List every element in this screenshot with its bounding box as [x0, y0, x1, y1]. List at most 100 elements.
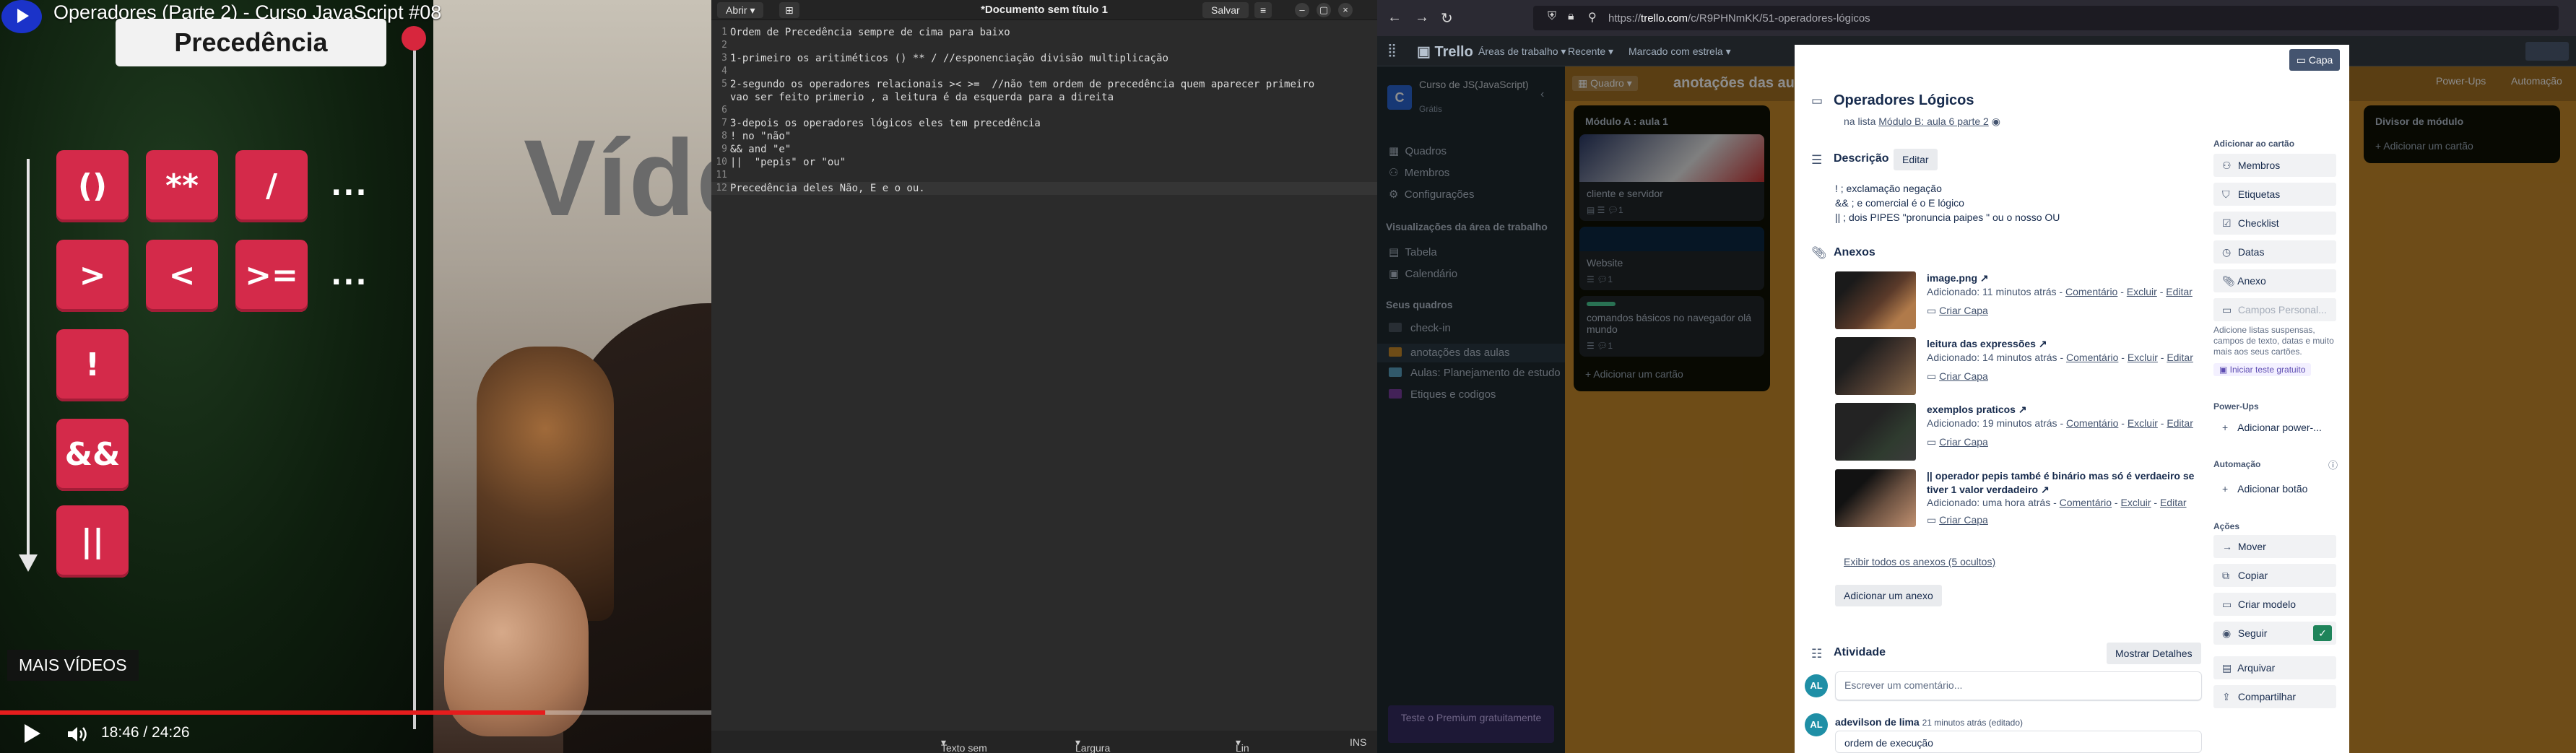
editor-text-area[interactable]: 1 Ordem de Precedência sempre de cima par…: [711, 26, 1377, 731]
external-link-icon[interactable]: ↗: [2018, 404, 2027, 415]
format-selector[interactable]: Texto sem formatação ▾: [941, 736, 987, 753]
tab-width-selector[interactable]: Largura da tabulação: 8 ▾: [1075, 736, 1110, 753]
lock-icon[interactable]: 🔒︎: [1568, 10, 1574, 23]
custom-fields-button[interactable]: ▭ Campos Personal...: [2213, 298, 2336, 321]
menu-workspaces[interactable]: Áreas de trabalho ▾: [1478, 45, 1566, 58]
avatar[interactable]: AL: [1805, 713, 1828, 736]
attachment-edit-link[interactable]: Editar: [2167, 417, 2193, 429]
editor-line[interactable]: 2: [711, 39, 1377, 52]
attachment-item[interactable]: image.png ↗ Adicionado: 11 minutos atrás …: [1835, 271, 2211, 329]
open-button[interactable]: Abrir ▾: [717, 2, 764, 18]
editor-line[interactable]: 11: [711, 169, 1377, 182]
add-button-button[interactable]: + Adicionar botão: [2213, 477, 2336, 500]
attachment-thumbnail[interactable]: [1835, 469, 1916, 527]
menu-starred[interactable]: Marcado com estrela ▾: [1629, 45, 1731, 58]
card-description[interactable]: ! ; exclamação negação && ; e comercial …: [1835, 181, 2060, 225]
menu-icon[interactable]: ≡: [1254, 2, 1272, 18]
editor-line[interactable]: vao ser feito primerio , a leitura é da …: [711, 91, 1377, 104]
checklist-button[interactable]: ☑ Checklist: [2213, 212, 2336, 235]
editor-line[interactable]: 5 2-segundo os operadores relacionais >< …: [711, 78, 1377, 91]
editor-line[interactable]: 12 Precedência deles Não, E e o ou.: [711, 182, 1377, 195]
apps-grid-icon[interactable]: ⣿: [1387, 43, 1397, 58]
maximize-icon[interactable]: ▢: [1317, 3, 1331, 17]
permissions-icon[interactable]: ⚲: [1588, 10, 1597, 25]
attachment-comment-link[interactable]: Comentário: [2066, 352, 2118, 363]
attachment-delete-link[interactable]: Excluir: [2128, 417, 2158, 429]
attachment-thumbnail[interactable]: [1835, 403, 1916, 461]
volume-icon[interactable]: [66, 725, 91, 744]
make-cover-link[interactable]: ▭ Criar Capa: [1927, 370, 1988, 383]
attachment-name[interactable]: || operador pepis també é binário mas só…: [1927, 469, 2216, 497]
make-template-button[interactable]: ▭ Criar modelo: [2213, 593, 2336, 616]
reload-icon[interactable]: ↻: [1441, 9, 1453, 27]
cover-button[interactable]: ▭ Capa: [2289, 49, 2340, 71]
shield-icon[interactable]: ⛨: [1548, 10, 1556, 23]
cursor-position[interactable]: Lin 12, Col 36 ▾: [1236, 736, 1249, 753]
make-cover-link[interactable]: ▭ Criar Capa: [1927, 305, 1988, 317]
more-videos-button[interactable]: MAIS VÍDEOS: [7, 650, 139, 681]
forward-icon[interactable]: →: [1415, 9, 1429, 26]
channel-logo-icon[interactable]: [1, 0, 42, 33]
editor-line[interactable]: 8! no "não": [711, 130, 1377, 143]
comment-input[interactable]: Escrever um comentário...: [1835, 671, 2202, 700]
editor-line[interactable]: 9 && and "e": [711, 143, 1377, 156]
url-text[interactable]: https://trello.com/c/R9PHNmKK/51-operado…: [1608, 12, 1870, 25]
attachment-edit-link[interactable]: Editar: [2167, 352, 2193, 363]
attachment-name[interactable]: exemplos praticos ↗: [1927, 403, 2216, 417]
add-attachment-button[interactable]: Adicionar um anexo: [1835, 585, 1942, 606]
attachment-comment-link[interactable]: Comentário: [2066, 417, 2118, 429]
play-icon[interactable]: [25, 724, 40, 743]
list-link[interactable]: Módulo B: aula 6 parte 2: [1878, 116, 1989, 127]
add-powerup-button[interactable]: + Adicionar power-...: [2213, 416, 2336, 439]
copy-button[interactable]: ⧉ Copiar: [2213, 564, 2336, 587]
editor-line[interactable]: 10 || "pepis" or "ou": [711, 156, 1377, 169]
editor-line[interactable]: 6: [711, 104, 1377, 117]
new-tab-icon[interactable]: ⊞: [779, 2, 799, 18]
trello-logo[interactable]: ▣ Trello: [1417, 43, 1473, 61]
attachment-delete-link[interactable]: Excluir: [2128, 352, 2158, 363]
attachment-edit-link[interactable]: Editar: [2160, 497, 2187, 508]
attachment-item[interactable]: exemplos praticos ↗ Adicionado: 19 minuto…: [1835, 403, 2211, 461]
start-trial-button[interactable]: ▣ Iniciar teste gratuito: [2213, 363, 2312, 376]
avatar[interactable]: AL: [1805, 674, 1828, 697]
members-button[interactable]: ⚇ Membros: [2213, 154, 2336, 177]
editor-line[interactable]: 1 Ordem de Precedência sempre de cima par…: [711, 26, 1377, 39]
attachment-button[interactable]: 📎︎ Anexo: [2213, 269, 2336, 292]
share-button[interactable]: ⇪ Compartilhar: [2213, 685, 2336, 708]
attachment-edit-link[interactable]: Editar: [2166, 286, 2193, 297]
attachment-item[interactable]: leitura das expressões ↗ Adicionado: 14 m…: [1835, 337, 2211, 395]
make-cover-link[interactable]: ▭ Criar Capa: [1927, 514, 1988, 526]
attachment-item[interactable]: || operador pepis també é binário mas só…: [1835, 469, 2211, 527]
info-icon[interactable]: ⓘ: [2328, 458, 2338, 471]
external-link-icon[interactable]: ↗: [2041, 484, 2050, 495]
show-details-button[interactable]: Mostrar Detalhes: [2107, 643, 2201, 664]
attachment-delete-link[interactable]: Excluir: [2127, 286, 2157, 297]
dates-button[interactable]: ◷ Datas: [2213, 240, 2336, 264]
watch-icon[interactable]: ◉: [1992, 116, 2000, 127]
archive-button[interactable]: ▤ Arquivar: [2213, 656, 2336, 679]
close-icon[interactable]: ×: [1338, 3, 1353, 17]
attachment-name[interactable]: leitura das expressões ↗: [1927, 337, 2216, 351]
editor-line[interactable]: 7 3-depois os operadores lógicos eles tem…: [711, 117, 1377, 130]
video-player[interactable]: Víde Operadores (Parte 2) - Curso JavaSc…: [0, 0, 711, 753]
save-button[interactable]: Salvar: [1202, 2, 1249, 18]
move-button[interactable]: → Mover: [2213, 535, 2336, 558]
back-icon[interactable]: ←: [1387, 9, 1402, 26]
attachment-thumbnail[interactable]: [1835, 271, 1916, 329]
menu-recent[interactable]: Recente ▾: [1568, 45, 1613, 58]
external-link-icon[interactable]: ↗: [1980, 272, 1989, 284]
attachment-thumbnail[interactable]: [1835, 337, 1916, 395]
edit-description-button[interactable]: Editar: [1894, 149, 1938, 170]
make-cover-link[interactable]: ▭ Criar Capa: [1927, 436, 1988, 448]
card-title[interactable]: Operadores Lógicos: [1834, 92, 1974, 109]
attachment-delete-link[interactable]: Excluir: [2121, 497, 2151, 508]
attachment-name[interactable]: image.png ↗: [1927, 271, 2216, 285]
minimize-icon[interactable]: –: [1295, 3, 1309, 17]
editor-line[interactable]: 3 1-primeiro os aritiméticos () ** / //es…: [711, 52, 1377, 65]
editor-line[interactable]: 4: [711, 65, 1377, 78]
show-all-attachments[interactable]: Exibir todos os anexos (5 ocultos): [1844, 556, 1995, 567]
labels-button[interactable]: ⛉ Etiquetas: [2213, 183, 2336, 206]
attachment-comment-link[interactable]: Comentário: [2060, 497, 2112, 508]
attachment-comment-link[interactable]: Comentário: [2065, 286, 2117, 297]
external-link-icon[interactable]: ↗: [2039, 338, 2047, 349]
